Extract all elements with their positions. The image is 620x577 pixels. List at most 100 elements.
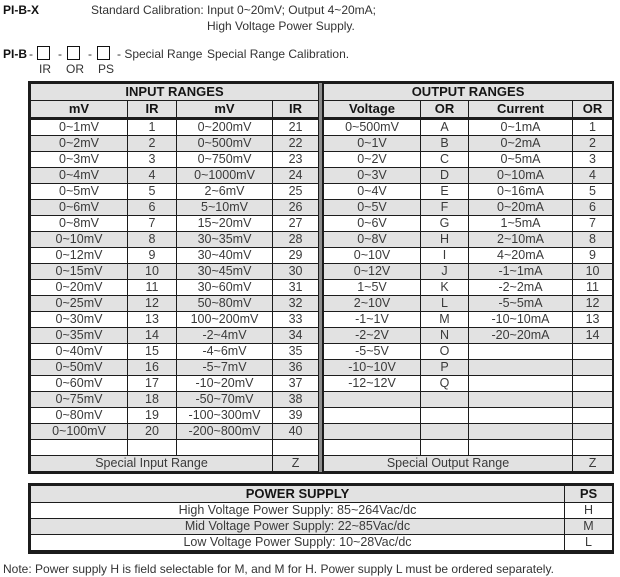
table-cell: [571, 439, 614, 456]
table-cell: 0~200mV: [176, 118, 273, 136]
table-cell: -12~12V: [323, 375, 421, 392]
table-cell: [30, 439, 128, 456]
table-cell: -4~6mV: [176, 343, 273, 360]
input-ranges-body: 0~1mV 1 0~200mV 21 0~2mV 2 0~500mV 22 0~3mV 3 0~75…: [30, 118, 320, 456]
table-cell: 1: [571, 118, 614, 136]
table-cell: 29: [271, 247, 320, 264]
table-row: 0~1mV 1 0~200mV 21: [30, 118, 320, 136]
table-cell: 0~1V: [323, 135, 421, 152]
table-cell: [420, 407, 469, 424]
table-cell: 33: [271, 311, 320, 328]
output-ranges-panel: OUTPUT RANGES Voltage OR Current OR 0~50…: [322, 83, 614, 472]
ir-code-box: [37, 46, 50, 60]
table-cell: 0~3mV: [30, 151, 128, 168]
table-cell: -2~2mA: [468, 279, 573, 296]
table-row: 0~20mV 11 30~60mV 31: [30, 279, 320, 296]
table-cell: 8: [127, 231, 177, 248]
table-row: 0~8V H 2~10mA 8: [323, 231, 614, 248]
table-cell: 0~10V: [323, 247, 421, 264]
table-row: 1~5V K -2~2mA 11: [323, 279, 614, 296]
table-cell: 0~10mA: [468, 167, 573, 184]
table-cell: 3: [571, 151, 614, 168]
table-cell: D: [420, 167, 469, 184]
column-header: OR: [571, 100, 614, 120]
table-cell: 0~12mV: [30, 247, 128, 264]
table-cell: 16: [127, 359, 177, 376]
table-cell: 0~1mV: [30, 118, 128, 136]
table-cell: 21: [271, 118, 320, 136]
table-cell: [468, 439, 573, 456]
table-cell: 22: [271, 135, 320, 152]
table-cell: 34: [271, 327, 320, 344]
table-row: 0~6V G 1~5mA 7: [323, 215, 614, 232]
table-cell: 0~4V: [323, 183, 421, 200]
column-header: mV: [176, 100, 273, 120]
table-row: 0~10mV 8 30~35mV 28: [30, 231, 320, 248]
table-row: [323, 423, 614, 440]
table-divider: [319, 83, 322, 472]
table-cell: 1~5V: [323, 279, 421, 296]
table-cell: [468, 343, 573, 360]
table-cell: 38: [271, 391, 320, 408]
table-cell: 0~80mV: [30, 407, 128, 424]
table-row: Mid Voltage Power Supply: 22~85Vac/dc M: [30, 518, 613, 535]
table-row: 2~10V L -5~5mA 12: [323, 295, 614, 312]
table-cell: -10~10V: [323, 359, 421, 376]
table-cell: [323, 391, 421, 408]
table-row: 0~50mV 16 -5~7mV 36: [30, 359, 320, 376]
table-cell: [420, 439, 469, 456]
table-cell: 13: [127, 311, 177, 328]
column-header: Voltage: [323, 100, 421, 120]
table-cell: 50~80mV: [176, 295, 273, 312]
table-row: [323, 391, 614, 408]
table-cell: [571, 423, 614, 440]
table-cell: -10~10mA: [468, 311, 573, 328]
table-cell: -2~2V: [323, 327, 421, 344]
input-ranges-table: INPUT RANGES mV IR mV IR 0~1mV 1 0~200mV 21…: [29, 83, 320, 472]
table-row: 0~1V B 0~2mA 2: [323, 135, 614, 152]
table-cell: -1~1mA: [468, 263, 573, 280]
table-cell: 0~20mV: [30, 279, 128, 296]
table-cell: [571, 359, 614, 376]
table-row: 0~4V E 0~16mA 5: [323, 183, 614, 200]
table-cell: 0~6V: [323, 215, 421, 232]
table-row: -10~10V P: [323, 359, 614, 376]
model-standard: PI-B-X: [3, 3, 39, 17]
table-cell: 4~20mA: [468, 247, 573, 264]
ps-box-label: PS: [98, 62, 115, 76]
table-cell: [571, 407, 614, 424]
table-cell: -5~7mV: [176, 359, 273, 376]
table-cell: [571, 375, 614, 392]
power-supply-label: Low Voltage Power Supply: 10~28Vac/dc: [30, 534, 565, 551]
table-row: 0~10V I 4~20mA 9: [323, 247, 614, 264]
special-input-range-code: Z: [271, 455, 320, 472]
table-row: 0~6mV 6 5~10mV 26: [30, 199, 320, 216]
power-supply-label: Mid Voltage Power Supply: 22~85Vac/dc: [30, 518, 565, 535]
power-supply-label: High Voltage Power Supply: 85~264Vac/dc: [30, 502, 565, 519]
table-row: High Voltage Power Supply: 85~264Vac/dc …: [30, 502, 613, 519]
table-row: 0~2mV 2 0~500mV 22: [30, 135, 320, 152]
column-header: mV: [30, 100, 128, 120]
table-cell: I: [420, 247, 469, 264]
table-cell: 0~5V: [323, 199, 421, 216]
table-cell: [127, 439, 177, 456]
table-cell: 9: [571, 247, 614, 264]
table-row: -12~12V Q: [323, 375, 614, 392]
table-row: 0~2V C 0~5mA 3: [323, 151, 614, 168]
table-cell: 0~4mV: [30, 167, 128, 184]
input-ranges-title: INPUT RANGES: [29, 83, 320, 101]
table-cell: 5: [127, 183, 177, 200]
table-cell: 30: [271, 263, 320, 280]
power-supply-code: L: [564, 534, 613, 551]
power-supply-table: POWER SUPPLY PS High Voltage Power Suppl…: [30, 485, 613, 551]
table-row: [323, 407, 614, 424]
ir-box-label: IR: [39, 62, 51, 76]
standard-calibration-desc-line1: Input 0~20mV; Output 4~20mA;: [207, 3, 376, 17]
table-cell: 0~20mA: [468, 199, 573, 216]
special-output-range-label: Special Output Range: [323, 455, 573, 472]
table-cell: 19: [127, 407, 177, 424]
table-cell: O: [420, 343, 469, 360]
table-cell: 39: [271, 407, 320, 424]
table-cell: 2: [127, 135, 177, 152]
power-supply-frame: POWER SUPPLY PS High Voltage Power Suppl…: [28, 483, 614, 554]
